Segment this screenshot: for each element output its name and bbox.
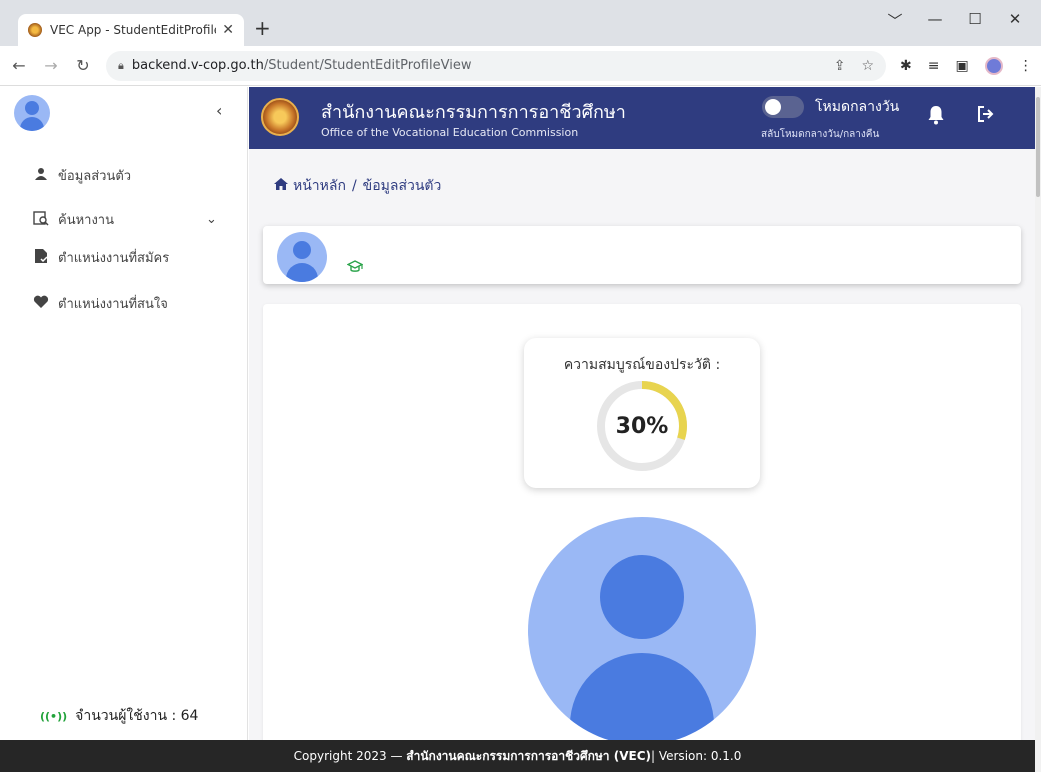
reload-icon[interactable]: ↻ [70, 56, 96, 75]
browser-tab-bar: VEC App - StudentEditProfileVie ✕ + ﹀ — … [0, 0, 1041, 46]
notification-bell-icon[interactable] [927, 105, 945, 130]
browser-menu-icon[interactable]: ⋮ [1019, 58, 1033, 74]
extensions-puzzle-icon[interactable]: ✱ [900, 58, 912, 74]
sidebar-avatar[interactable] [14, 95, 50, 131]
avatar-body-shape [286, 263, 318, 282]
mode-sub-label: สลับโหมดกลางวัน/กลางคืน [761, 129, 880, 140]
online-users-indicator: ((•)) จำนวนผู้ใช้งาน : 64 [40, 705, 198, 727]
window-controls: ﹀ — ☐ ✕ [875, 10, 1035, 31]
completeness-value: 30% [615, 413, 669, 439]
sidebar-item-applied-jobs[interactable]: ตำแหน่งงานที่สมัคร [32, 247, 169, 268]
new-tab-button[interactable]: + [254, 16, 271, 40]
student-name-placeholder [335, 228, 499, 256]
org-name-english: Office of the Vocational Education Commi… [321, 126, 579, 139]
tab-search-icon[interactable]: ﹀ [875, 10, 915, 31]
url-path: /Student/StudentEditProfileView [263, 58, 472, 73]
lock-icon[interactable]: 🔒︎ [118, 59, 124, 73]
profile-completeness-card: ความสมบูรณ์ของประวัติ : 30% [524, 338, 760, 488]
breadcrumb-current: ข้อมูลส่วนตัว [362, 178, 442, 194]
online-signal-icon: ((•)) [40, 709, 68, 723]
browser-toolbar: ← → ↻ 🔒︎ backend.v-cop.go.th/Student/Stu… [0, 46, 1041, 86]
online-users-label: จำนวนผู้ใช้งาน : 64 [75, 708, 199, 724]
bookmark-star-icon[interactable]: ☆ [861, 58, 874, 74]
avatar-body-shape [570, 653, 714, 740]
sidebar-item-label: ข้อมูลส่วนตัว [58, 169, 132, 184]
sidebar: ‹ ข้อมูลส่วนตัว ค้นหางาน ⌄ ตำแหน่งงานที่… [0, 87, 248, 740]
url-host: backend.v-cop.go.th [131, 58, 264, 73]
org-name-thai: สำนักงานคณะกรรมการการอาชีวศึกษา [321, 102, 626, 123]
footer-org: สำนักงานคณะกรรมการการอาชีวศึกษา (VEC) [406, 748, 651, 763]
avatar-head-shape [293, 241, 311, 259]
profile-summary-card [263, 226, 1021, 284]
tab-close-icon[interactable]: ✕ [222, 22, 234, 38]
home-icon[interactable] [273, 177, 289, 195]
sidebar-item-label: ตำแหน่งงานที่สนใจ [58, 297, 168, 312]
share-icon[interactable]: ⇪ [834, 58, 846, 74]
scrollbar-thumb[interactable] [1036, 97, 1040, 197]
person-icon [32, 167, 50, 185]
sidebar-collapse-button[interactable]: ‹ [216, 101, 222, 120]
browser-tab[interactable]: VEC App - StudentEditProfileVie ✕ [18, 14, 244, 46]
profile-edit-panel: ความสมบูรณ์ของประวัติ : 30% [263, 304, 1021, 740]
graduation-cap-icon [346, 260, 364, 278]
sidebar-item-label: ตำแหน่งงานที่สมัคร [58, 251, 170, 266]
close-window-button[interactable]: ✕ [995, 10, 1035, 31]
app-header: สำนักงานคณะกรรมการการอาชีวศึกษา Office o… [249, 87, 1035, 149]
sidebar-item-search-job[interactable]: ค้นหางาน ⌄ [32, 209, 217, 230]
avatar-body-shape [20, 117, 44, 131]
main-content: หน้าหลัก / ข้อมูลส่วนตัว ความสมบูรณ์ของป… [249, 149, 1035, 740]
reading-list-icon[interactable]: ≡ [928, 58, 940, 74]
avatar-head-shape [600, 555, 684, 639]
side-panel-icon[interactable]: ▣ [955, 58, 968, 74]
maximize-button[interactable]: ☐ [955, 10, 995, 31]
sidebar-item-label: ค้นหางาน [58, 213, 114, 228]
breadcrumb: หน้าหลัก / ข้อมูลส่วนตัว [273, 175, 441, 197]
footer: Copyright 2023 — สำนักงานคณะกรรมการการอา… [0, 740, 1035, 772]
tab-title: VEC App - StudentEditProfileVie [50, 23, 216, 37]
page-scrollbar[interactable] [1035, 87, 1041, 772]
applied-job-icon [32, 248, 50, 268]
address-bar[interactable]: 🔒︎ backend.v-cop.go.th/Student/StudentEd… [106, 50, 886, 81]
back-arrow-icon[interactable]: ← [6, 56, 32, 75]
sidebar-item-profile[interactable]: ข้อมูลส่วนตัว [32, 165, 131, 186]
mode-label: โหมดกลางวัน [815, 99, 900, 115]
browser-profile-avatar[interactable] [984, 56, 1003, 75]
sidebar-item-interested-jobs[interactable]: ตำแหน่งงานที่สนใจ [32, 293, 168, 314]
chevron-down-icon[interactable]: ⌄ [206, 212, 217, 227]
day-night-toggle[interactable] [762, 96, 804, 118]
search-job-icon [32, 210, 50, 230]
footer-version: | Version: 0.1.0 [650, 749, 742, 763]
breadcrumb-home-link[interactable]: หน้าหลัก [293, 175, 346, 197]
breadcrumb-separator: / [351, 178, 357, 194]
avatar-head-shape [25, 101, 39, 115]
footer-prefix: Copyright 2023 — [293, 749, 403, 763]
minimize-button[interactable]: — [915, 10, 955, 31]
forward-arrow-icon[interactable]: → [38, 56, 64, 75]
logout-icon[interactable] [977, 105, 995, 128]
toggle-knob [765, 99, 781, 115]
ovec-seal-logo [261, 98, 299, 136]
completeness-label: ความสมบูรณ์ของประวัติ : [563, 357, 721, 373]
profile-card-avatar [277, 232, 327, 282]
heart-icon [32, 295, 50, 313]
favicon-icon [28, 23, 42, 37]
profile-photo[interactable] [528, 517, 756, 740]
